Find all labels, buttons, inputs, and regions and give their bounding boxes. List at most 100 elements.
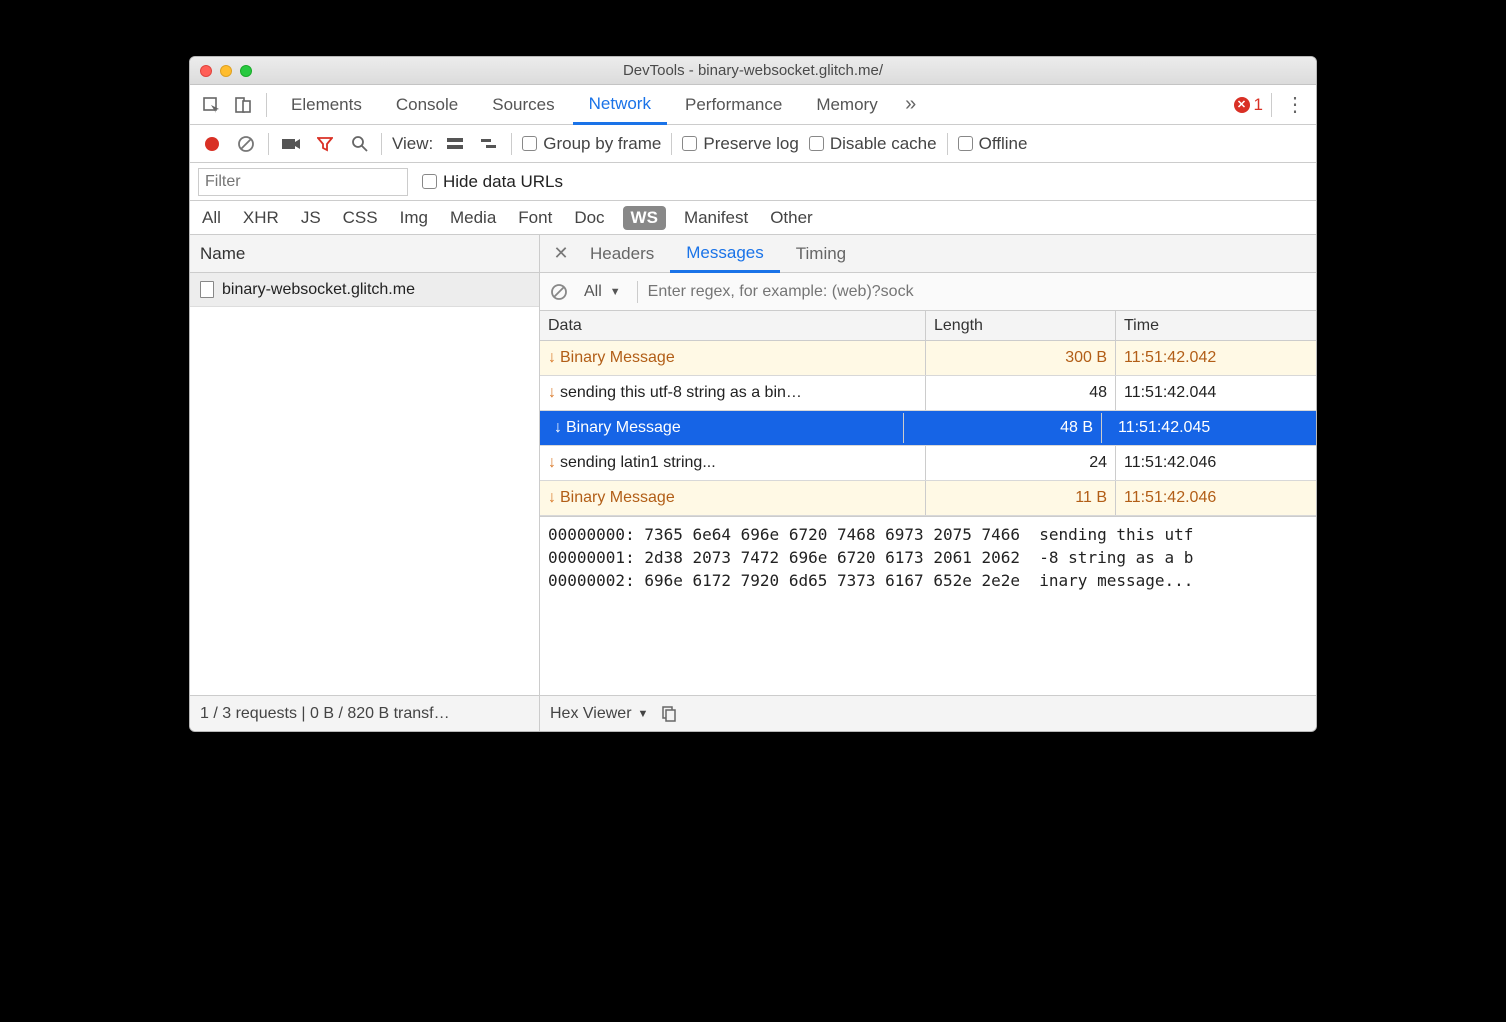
separator xyxy=(947,133,948,155)
kebab-menu-icon[interactable]: ⋮ xyxy=(1280,90,1310,120)
inspect-element-icon[interactable] xyxy=(196,90,226,120)
request-name-label: binary-websocket.glitch.me xyxy=(222,281,415,299)
offline-checkbox[interactable]: Offline xyxy=(958,134,1028,154)
type-doc[interactable]: Doc xyxy=(570,206,608,230)
message-row[interactable]: ↓Binary Message11 B11:51:42.046 xyxy=(540,481,1316,516)
clear-messages-icon[interactable] xyxy=(550,283,568,301)
messages-filter-select[interactable]: All ▼ xyxy=(578,281,627,303)
message-data: sending this utf-8 string as a bin… xyxy=(560,384,802,402)
filter-row: Hide data URLs xyxy=(190,163,1316,201)
detail-tab-headers[interactable]: Headers xyxy=(574,235,670,272)
col-header-length[interactable]: Length xyxy=(926,311,1116,340)
message-time: 11:51:42.042 xyxy=(1116,341,1316,375)
separator xyxy=(268,133,269,155)
filter-icon[interactable] xyxy=(313,132,337,156)
hex-viewer[interactable]: 00000000: 7365 6e64 696e 6720 7468 6973 … xyxy=(540,516,1316,695)
message-data: Binary Message xyxy=(566,419,681,437)
hex-viewer-select[interactable]: Hex Viewer ▼ xyxy=(550,705,648,723)
waterfall-icon[interactable] xyxy=(477,132,501,156)
large-rows-icon[interactable] xyxy=(443,132,467,156)
disable-cache-checkbox[interactable]: Disable cache xyxy=(809,134,937,154)
tab-sources[interactable]: Sources xyxy=(476,85,570,124)
arrow-down-icon: ↓ xyxy=(548,454,556,472)
type-other[interactable]: Other xyxy=(766,206,817,230)
record-button[interactable] xyxy=(200,132,224,156)
request-detail-pane: ✕ Headers Messages Timing All ▼ Data Len… xyxy=(540,235,1316,695)
message-length: 24 xyxy=(926,446,1116,480)
preserve-log-label: Preserve log xyxy=(703,134,798,154)
tab-console[interactable]: Console xyxy=(380,85,474,124)
copy-icon[interactable] xyxy=(660,706,676,722)
minimize-window-button[interactable] xyxy=(220,65,232,77)
device-toolbar-icon[interactable] xyxy=(228,90,258,120)
message-length: 300 B xyxy=(926,341,1116,375)
type-manifest[interactable]: Manifest xyxy=(680,206,752,230)
tab-memory[interactable]: Memory xyxy=(800,85,893,124)
messages-toolbar: All ▼ xyxy=(540,273,1316,311)
zoom-window-button[interactable] xyxy=(240,65,252,77)
type-all[interactable]: All xyxy=(198,206,225,230)
status-bar: 1 / 3 requests | 0 B / 820 B transf… Hex… xyxy=(190,695,1316,731)
col-header-data[interactable]: Data xyxy=(540,311,926,340)
messages-filter-label: All xyxy=(584,283,602,301)
close-window-button[interactable] xyxy=(200,65,212,77)
hide-data-urls-checkbox[interactable]: Hide data URLs xyxy=(422,172,563,192)
error-count: 1 xyxy=(1254,95,1263,115)
type-font[interactable]: Font xyxy=(514,206,556,230)
tab-elements[interactable]: Elements xyxy=(275,85,378,124)
name-column-header[interactable]: Name xyxy=(190,235,539,273)
separator xyxy=(637,281,638,303)
type-ws[interactable]: WS xyxy=(623,206,666,230)
preserve-log-checkbox[interactable]: Preserve log xyxy=(682,134,798,154)
request-row[interactable]: binary-websocket.glitch.me xyxy=(190,273,539,307)
arrow-down-icon: ↓ xyxy=(554,419,562,437)
type-filter-row: All XHR JS CSS Img Media Font Doc WS Man… xyxy=(190,201,1316,235)
chevron-down-icon: ▼ xyxy=(638,708,649,720)
group-by-frame-checkbox[interactable]: Group by frame xyxy=(522,134,661,154)
separator xyxy=(1271,93,1272,117)
message-row[interactable]: ↓sending latin1 string...2411:51:42.046 xyxy=(540,446,1316,481)
detail-tab-messages[interactable]: Messages xyxy=(670,236,779,273)
request-list-pane: Name binary-websocket.glitch.me xyxy=(190,235,540,695)
more-tabs-icon[interactable]: » xyxy=(896,90,926,120)
filter-input[interactable] xyxy=(198,168,408,196)
message-length: 11 B xyxy=(926,481,1116,515)
message-time: 11:51:42.046 xyxy=(1116,481,1316,515)
status-summary: 1 / 3 requests | 0 B / 820 B transf… xyxy=(190,696,540,731)
clear-icon[interactable] xyxy=(234,132,258,156)
message-data: Binary Message xyxy=(560,349,675,367)
messages-regex-input[interactable] xyxy=(648,279,1306,305)
hide-data-urls-label: Hide data URLs xyxy=(443,172,563,192)
type-js[interactable]: JS xyxy=(297,206,325,230)
window-titlebar: DevTools - binary-websocket.glitch.me/ xyxy=(190,57,1316,85)
message-length: 48 B xyxy=(912,413,1102,443)
message-row[interactable]: ↓Binary Message48 B11:51:42.045 xyxy=(540,411,1316,446)
separator xyxy=(511,133,512,155)
error-counter[interactable]: ✕ 1 xyxy=(1234,95,1263,115)
network-toolbar: View: Group by frame Preserve log Disabl… xyxy=(190,125,1316,163)
tab-performance[interactable]: Performance xyxy=(669,85,798,124)
message-row[interactable]: ↓Binary Message300 B11:51:42.042 xyxy=(540,341,1316,376)
hex-viewer-label: Hex Viewer xyxy=(550,705,632,723)
group-by-frame-label: Group by frame xyxy=(543,134,661,154)
panel-tab-strip: Elements Console Sources Network Perform… xyxy=(190,85,1316,125)
chevron-down-icon: ▼ xyxy=(610,286,621,298)
type-xhr[interactable]: XHR xyxy=(239,206,283,230)
type-media[interactable]: Media xyxy=(446,206,500,230)
document-icon xyxy=(200,281,214,298)
col-header-time[interactable]: Time xyxy=(1116,311,1316,340)
close-detail-icon[interactable]: ✕ xyxy=(548,243,574,264)
separator xyxy=(671,133,672,155)
message-data: sending latin1 string... xyxy=(560,454,716,472)
traffic-lights xyxy=(200,65,252,77)
detail-tab-timing[interactable]: Timing xyxy=(780,235,862,272)
type-css[interactable]: CSS xyxy=(339,206,382,230)
type-img[interactable]: Img xyxy=(396,206,432,230)
camera-icon[interactable] xyxy=(279,132,303,156)
separator xyxy=(266,93,267,117)
messages-body: ↓Binary Message300 B11:51:42.042↓sending… xyxy=(540,341,1316,516)
tab-network[interactable]: Network xyxy=(573,86,667,125)
message-row[interactable]: ↓sending this utf-8 string as a bin…4811… xyxy=(540,376,1316,411)
search-icon[interactable] xyxy=(347,132,371,156)
message-time: 11:51:42.044 xyxy=(1116,376,1316,410)
